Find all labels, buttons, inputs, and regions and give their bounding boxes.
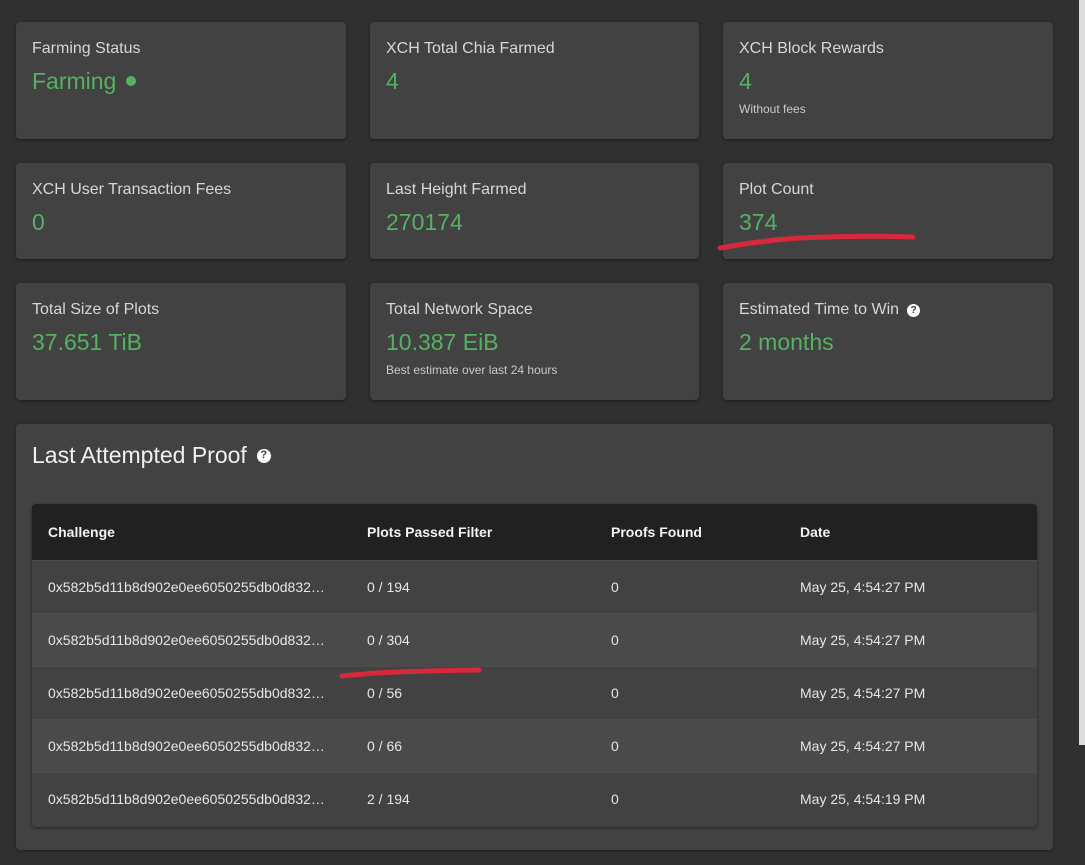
last-height-value: 270174 — [386, 209, 463, 235]
proof-table: Challenge Plots Passed Filter Proofs Fou… — [32, 504, 1037, 825]
challenge-cell: 0x582b5d11b8d902e0ee6050255db0d832… — [48, 790, 325, 807]
farming-status-card: Farming Status Farming — [16, 22, 346, 139]
date-cell: May 25, 4:54:19 PM — [800, 790, 926, 807]
proofs-found-cell: 0 — [611, 790, 619, 807]
last-height-card: Last Height Farmed 270174 — [370, 163, 699, 259]
network-space-label: Total Network Space — [386, 301, 533, 318]
network-space-value: 10.387 EiB — [386, 329, 499, 355]
table-row: 0x582b5d11b8d902e0ee6050255db0d832… 0 / … — [32, 719, 1037, 772]
time-to-win-value: 2 months — [739, 329, 834, 355]
plots-passed-cell: 0 / 194 — [367, 578, 410, 595]
farming-status-label: Farming Status — [32, 40, 141, 57]
block-rewards-value: 4 — [739, 68, 752, 94]
farming-status-value: Farming — [32, 68, 117, 94]
challenge-cell: 0x582b5d11b8d902e0ee6050255db0d832… — [48, 631, 325, 648]
table-row: 0x582b5d11b8d902e0ee6050255db0d832… 0 / … — [32, 560, 1037, 613]
block-rewards-label: XCH Block Rewards — [739, 40, 884, 57]
proofs-found-cell: 0 — [611, 737, 619, 754]
challenge-cell: 0x582b5d11b8d902e0ee6050255db0d832… — [48, 684, 325, 701]
proofs-found-cell: 0 — [611, 684, 619, 701]
date-cell: May 25, 4:54:27 PM — [800, 684, 926, 701]
network-space-card: Total Network Space 10.387 EiB Best esti… — [370, 283, 699, 400]
column-header-date[interactable]: Date — [784, 504, 1037, 560]
time-to-win-label-wrap: Estimated Time to Win ? — [739, 301, 1037, 319]
tx-fees-label: XCH User Transaction Fees — [32, 181, 232, 198]
table-row: 0x582b5d11b8d902e0ee6050255db0d832… 0 / … — [32, 613, 1037, 666]
table-row: 0x582b5d11b8d902e0ee6050255db0d832… 0 / … — [32, 666, 1037, 719]
last-height-label: Last Height Farmed — [386, 181, 527, 198]
help-circle-icon[interactable]: ? — [256, 448, 271, 463]
proof-table-container: Challenge Plots Passed Filter Proofs Fou… — [32, 504, 1037, 827]
total-farmed-value: 4 — [386, 68, 399, 94]
plots-passed-cell: 0 / 56 — [367, 684, 403, 701]
plots-passed-cell: 0 / 66 — [367, 737, 403, 754]
farming-status-value-wrap: Farming — [32, 68, 330, 94]
plot-count-card: Plot Count 374 — [723, 163, 1053, 259]
time-to-win-label: Estimated Time to Win — [739, 301, 900, 318]
farm-dashboard: Farming Status Farming XCH Total Chia Fa… — [0, 0, 1085, 865]
plot-count-value: 374 — [739, 209, 778, 235]
column-header-challenge[interactable]: Challenge — [32, 504, 351, 560]
column-header-proofs-found[interactable]: Proofs Found — [595, 504, 784, 560]
tx-fees-card: XCH User Transaction Fees 0 — [16, 163, 346, 259]
help-circle-icon[interactable]: ? — [907, 303, 921, 317]
date-cell: May 25, 4:54:27 PM — [800, 737, 926, 754]
column-header-plots-passed[interactable]: Plots Passed Filter — [351, 504, 595, 560]
total-farmed-card: XCH Total Chia Farmed 4 — [370, 22, 699, 139]
block-rewards-caption: Without fees — [739, 102, 806, 116]
challenge-cell: 0x582b5d11b8d902e0ee6050255db0d832… — [48, 578, 325, 595]
total-size-label: Total Size of Plots — [32, 301, 160, 318]
last-attempted-proof-panel: Last Attempted Proof ? Challenge Plots P… — [16, 424, 1053, 850]
total-size-card: Total Size of Plots 37.651 TiB — [16, 283, 346, 400]
challenge-cell: 0x582b5d11b8d902e0ee6050255db0d832… — [48, 737, 325, 754]
plots-passed-cell: 0 / 304 — [367, 631, 410, 648]
panel-title: Last Attempted Proof — [32, 442, 247, 468]
total-farmed-label: XCH Total Chia Farmed — [386, 40, 555, 57]
total-size-value: 37.651 TiB — [32, 329, 142, 355]
plots-passed-cell: 2 / 194 — [367, 790, 410, 807]
proofs-found-cell: 0 — [611, 631, 619, 648]
page-scrollbar[interactable] — [1079, 0, 1085, 745]
panel-title-wrap: Last Attempted Proof ? — [32, 442, 271, 469]
tx-fees-value: 0 — [32, 209, 45, 235]
plot-count-label: Plot Count — [739, 181, 814, 198]
table-row: 0x582b5d11b8d902e0ee6050255db0d832… 2 / … — [32, 772, 1037, 825]
date-cell: May 25, 4:54:27 PM — [800, 631, 926, 648]
proofs-found-cell: 0 — [611, 578, 619, 595]
table-header-row: Challenge Plots Passed Filter Proofs Fou… — [32, 504, 1037, 560]
date-cell: May 25, 4:54:27 PM — [800, 578, 926, 595]
time-to-win-card: Estimated Time to Win ? 2 months — [723, 283, 1053, 400]
block-rewards-card: XCH Block Rewards 4 Without fees — [723, 22, 1053, 139]
network-space-caption: Best estimate over last 24 hours — [386, 363, 558, 377]
status-dot-icon — [126, 76, 137, 86]
